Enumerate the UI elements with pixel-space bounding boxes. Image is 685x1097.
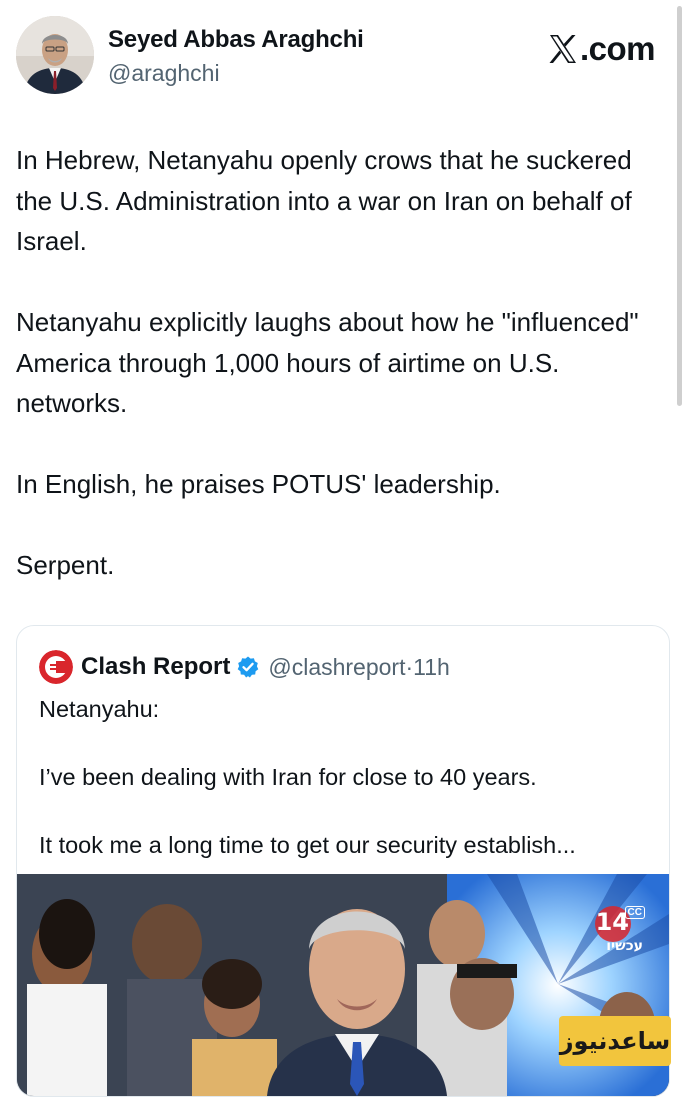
tweet-text: In Hebrew, Netanyahu openly crows that h… [16,140,646,626]
watermark-logo: ساعدنیوز [559,1016,671,1066]
tweet-paragraph: In Hebrew, Netanyahu openly crows that h… [16,145,632,256]
channel-number: 14 [595,908,629,936]
scrollbar[interactable] [677,6,682,406]
site-label: .com [548,30,656,68]
tweet-header: Seyed Abbas Araghchi @araghchi .com [16,16,656,96]
quoted-tweet-text: Netanyahu: I’ve been dealing with Iran f… [39,692,649,896]
verified-badge-icon [238,656,259,678]
quoted-paragraph: I’ve been dealing with Iran for close to… [39,764,537,790]
quoted-author-handle[interactable]: @clashreport [268,654,405,681]
avatar[interactable] [16,16,94,94]
channel-name: עכשיו [606,938,643,954]
clash-report-avatar[interactable] [39,650,73,684]
quoted-tweet-header: Clash Report @clashreport · 11h [39,650,450,684]
quoted-tweet-time[interactable]: 11h [413,654,450,681]
x-logo-icon [549,35,576,63]
site-label-text: .com [579,30,656,67]
author-name[interactable]: Seyed Abbas Araghchi [108,26,364,54]
quoted-paragraph: Netanyahu: [39,696,160,722]
tweet-paragraph: In English, he praises POTUS' leadership… [16,469,501,499]
quoted-paragraph: It took me a long time to get our securi… [39,832,576,858]
meta-separator: · [405,653,414,680]
author-handle[interactable]: @araghchi [108,60,220,87]
quoted-author-name[interactable]: Clash Report [81,653,230,681]
watermark-text: ساعدنیوز [559,1027,671,1055]
tweet-paragraph: Netanyahu explicitly laughs about how he… [16,307,639,418]
tweet-paragraph: Serpent. [16,550,115,580]
channel-logo: 14 CC עכשיו [589,902,647,958]
cc-badge: CC [624,906,645,919]
